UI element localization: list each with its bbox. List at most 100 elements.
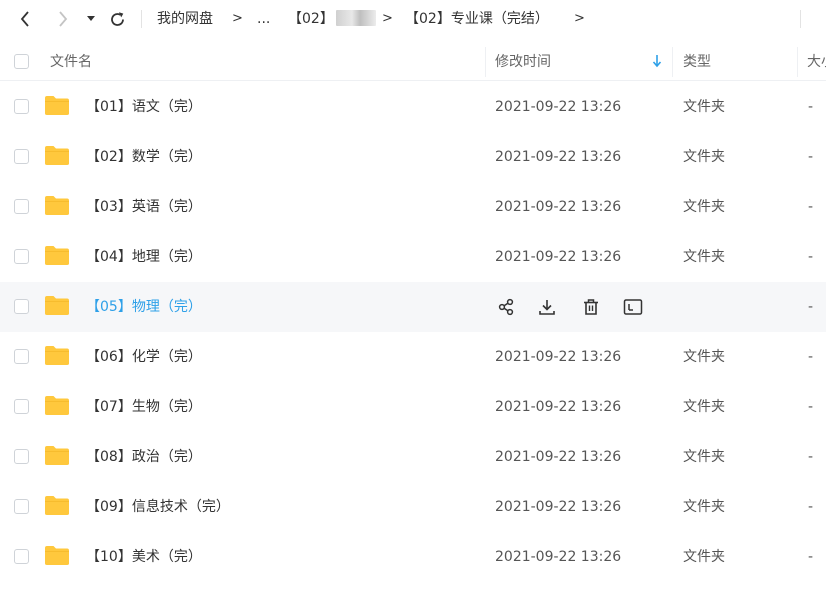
column-divider[interactable] <box>797 47 798 77</box>
breadcrumb-separator: > <box>382 11 393 26</box>
download-icon <box>539 300 555 315</box>
file-row[interactable]: 【08】政治（完） 2021-09-22 13:26 文件夹 - <box>0 432 826 482</box>
folder-icon <box>45 546 69 565</box>
file-modified-time: 2021-09-22 13:26 <box>495 99 622 115</box>
file-row[interactable]: 【10】美术（完） 2021-09-22 13:26 文件夹 - <box>0 532 826 582</box>
folder-icon <box>45 246 69 265</box>
file-row[interactable]: 【03】英语（完） 2021-09-22 13:26 文件夹 - <box>0 182 826 232</box>
row-checkbox[interactable] <box>14 449 29 464</box>
trash-icon <box>584 299 598 315</box>
row-checkbox[interactable] <box>14 149 29 164</box>
header-size[interactable]: 大小 <box>807 43 826 81</box>
file-modified-time: 2021-09-22 13:26 <box>495 149 622 165</box>
breadcrumb-current[interactable]: 【02】专业课（完结） <box>405 9 549 29</box>
select-all-checkbox[interactable] <box>14 54 29 69</box>
file-type: 文件夹 <box>683 199 725 215</box>
toolbar: 我的网盘 > ... 【02】 > 【02】专业课（完结） > <box>0 0 826 38</box>
breadcrumb-separator: > <box>574 11 585 26</box>
file-row[interactable]: 【06】化学（完） 2021-09-22 13:26 文件夹 - <box>0 332 826 382</box>
back-button[interactable] <box>14 6 36 32</box>
blurred-text <box>336 10 376 26</box>
folder-icon <box>45 196 69 215</box>
toolbar-divider <box>141 10 142 28</box>
file-size: - <box>808 299 814 315</box>
file-type: 文件夹 <box>683 149 725 165</box>
file-type: 文件夹 <box>683 449 725 465</box>
folder-icon <box>45 346 69 365</box>
file-modified-time: 2021-09-22 13:26 <box>495 349 622 365</box>
file-name[interactable]: 【09】信息技术（完） <box>86 497 230 517</box>
download-button[interactable] <box>536 296 558 318</box>
file-type: 文件夹 <box>683 249 725 265</box>
header-type[interactable]: 类型 <box>683 43 711 81</box>
share-button[interactable] <box>495 296 517 318</box>
file-type: 文件夹 <box>683 99 725 115</box>
sort-down-arrow-icon[interactable] <box>652 54 662 68</box>
file-modified-time: 2021-09-22 13:26 <box>495 199 622 215</box>
file-row[interactable]: 【01】语文（完） 2021-09-22 13:26 文件夹 - <box>0 82 826 132</box>
file-size: - <box>808 499 814 515</box>
rename-button[interactable] <box>622 296 644 318</box>
breadcrumb-ellipsis[interactable]: ... <box>257 9 270 29</box>
folder-icon <box>45 96 69 115</box>
row-checkbox[interactable] <box>14 199 29 214</box>
column-divider[interactable] <box>672 47 673 77</box>
chevron-left-icon <box>20 11 29 27</box>
rename-icon <box>623 299 643 315</box>
folder-icon <box>45 296 69 315</box>
folder-icon <box>45 396 69 415</box>
file-size: - <box>808 149 814 165</box>
file-type: 文件夹 <box>683 549 725 565</box>
history-dropdown-button[interactable] <box>84 6 98 32</box>
row-checkbox[interactable] <box>14 299 29 314</box>
header-modified[interactable]: 修改时间 <box>495 43 551 81</box>
file-row[interactable]: 【09】信息技术（完） 2021-09-22 13:26 文件夹 - <box>0 482 826 532</box>
folder-icon <box>45 146 69 165</box>
file-row[interactable]: 【07】生物（完） 2021-09-22 13:26 文件夹 - <box>0 382 826 432</box>
row-checkbox[interactable] <box>14 499 29 514</box>
row-checkbox[interactable] <box>14 349 29 364</box>
file-row[interactable]: 【05】物理（完） - <box>0 282 826 332</box>
file-name[interactable]: 【08】政治（完） <box>86 447 202 467</box>
column-divider[interactable] <box>485 47 486 77</box>
chevron-right-icon <box>59 11 68 27</box>
file-size: - <box>808 99 814 115</box>
file-list-header: 文件名 修改时间 类型 大小 <box>0 43 826 81</box>
row-checkbox[interactable] <box>14 399 29 414</box>
file-modified-time: 2021-09-22 13:26 <box>495 399 622 415</box>
file-row[interactable]: 【04】地理（完） 2021-09-22 13:26 文件夹 - <box>0 232 826 282</box>
file-size: - <box>808 349 814 365</box>
row-checkbox[interactable] <box>14 549 29 564</box>
file-size: - <box>808 449 814 465</box>
file-name[interactable]: 【03】英语（完） <box>86 197 202 217</box>
folder-icon <box>45 446 69 465</box>
refresh-icon <box>110 11 124 26</box>
file-name[interactable]: 【05】物理（完） <box>86 297 202 317</box>
header-name[interactable]: 文件名 <box>50 43 92 81</box>
file-modified-time: 2021-09-22 13:26 <box>495 499 622 515</box>
file-size: - <box>808 549 814 565</box>
row-checkbox[interactable] <box>14 249 29 264</box>
file-size: - <box>808 399 814 415</box>
toolbar-divider <box>800 10 801 28</box>
file-name[interactable]: 【06】化学（完） <box>86 347 202 367</box>
file-name[interactable]: 【10】美术（完） <box>86 547 202 567</box>
file-row[interactable]: 【02】数学（完） 2021-09-22 13:26 文件夹 - <box>0 132 826 182</box>
delete-button[interactable] <box>580 296 602 318</box>
breadcrumb-folder-02[interactable]: 【02】 <box>288 9 334 29</box>
file-modified-time: 2021-09-22 13:26 <box>495 249 622 265</box>
forward-button[interactable] <box>52 6 74 32</box>
file-type: 文件夹 <box>683 499 725 515</box>
file-name[interactable]: 【04】地理（完） <box>86 247 202 267</box>
file-name[interactable]: 【07】生物（完） <box>86 397 202 417</box>
folder-icon <box>45 496 69 515</box>
file-name[interactable]: 【02】数学（完） <box>86 147 202 167</box>
file-modified-time: 2021-09-22 13:26 <box>495 449 622 465</box>
file-name[interactable]: 【01】语文（完） <box>86 97 202 117</box>
file-type: 文件夹 <box>683 349 725 365</box>
file-modified-time: 2021-09-22 13:26 <box>495 549 622 565</box>
row-checkbox[interactable] <box>14 99 29 114</box>
breadcrumb-root[interactable]: 我的网盘 <box>157 9 213 29</box>
file-size: - <box>808 249 814 265</box>
refresh-button[interactable] <box>106 6 128 32</box>
